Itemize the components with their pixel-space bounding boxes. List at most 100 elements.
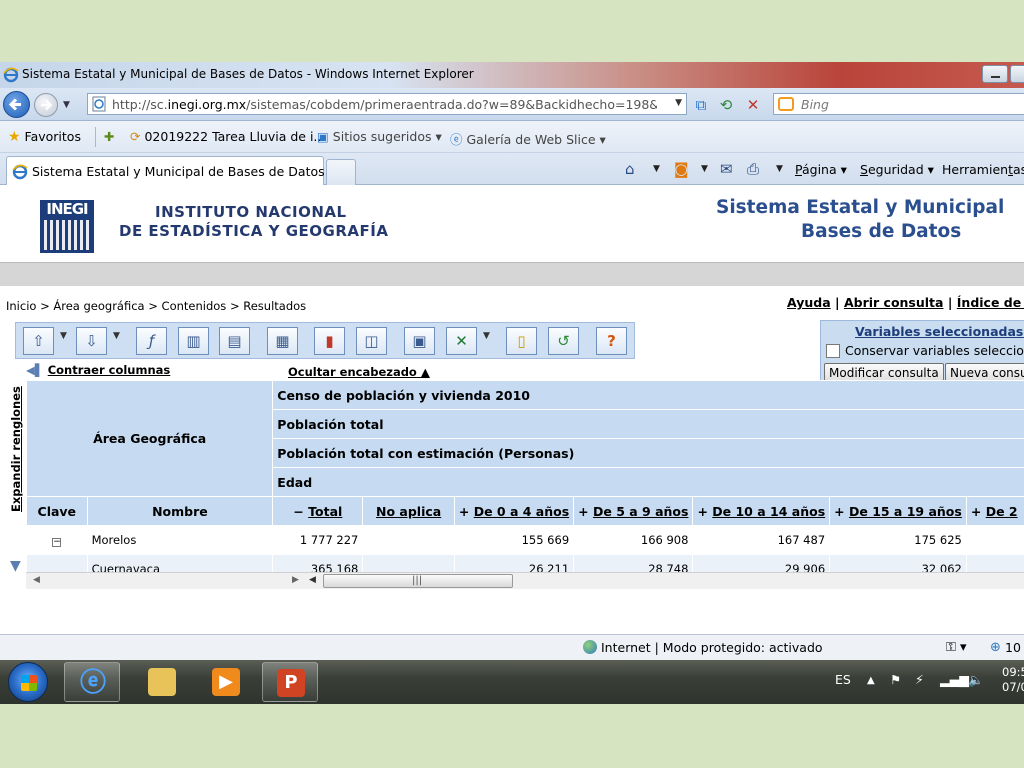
taskbar-file-explorer[interactable] bbox=[134, 662, 190, 702]
tab-active[interactable]: Sistema Estatal y Municipal de Bases de … bbox=[6, 156, 325, 186]
compatibility-view-icon[interactable]: ⧉ bbox=[692, 96, 710, 114]
ie-icon bbox=[3, 67, 19, 83]
scrollbar-thumb[interactable]: ||| bbox=[323, 574, 513, 588]
open-query-link[interactable]: Abrir consulta bbox=[844, 295, 944, 310]
map-icon[interactable]: ◫ bbox=[356, 327, 387, 355]
excel-dropdown-icon[interactable]: ▼ bbox=[483, 331, 490, 341]
move-down-icon[interactable]: ⇩ bbox=[76, 327, 107, 355]
home-icon[interactable]: ⌂ bbox=[625, 160, 635, 178]
collapse-row-toggle[interactable]: − bbox=[26, 525, 88, 555]
scroll-right-icon[interactable]: ▶ bbox=[292, 575, 299, 585]
selected-variables-dropdown[interactable]: Variables seleccionadas ▾ bbox=[855, 324, 1024, 339]
search-box[interactable]: Bing bbox=[773, 93, 1024, 115]
minus-icon[interactable]: − bbox=[52, 538, 62, 547]
menu-tools[interactable]: Herramientas ▾ bbox=[942, 162, 1024, 177]
language-indicator[interactable]: ES bbox=[835, 672, 851, 687]
start-button[interactable] bbox=[8, 662, 48, 702]
minimize-button[interactable] bbox=[982, 65, 1008, 83]
move-up-icon[interactable]: ⇧ bbox=[23, 327, 54, 355]
history-dropdown-icon[interactable]: ▼ bbox=[63, 100, 70, 110]
breadcrumb[interactable]: Inicio > Área geográfica > Contenidos > … bbox=[6, 299, 306, 313]
back-button[interactable] bbox=[3, 91, 30, 118]
menu-security[interactable]: Seguridad ▾ bbox=[860, 162, 934, 177]
collapse-icon[interactable]: − bbox=[293, 504, 303, 519]
column-age-10-14[interactable]: + De 10 a 14 años bbox=[692, 496, 831, 526]
volume-icon[interactable]: 🔈 bbox=[968, 672, 984, 688]
clock[interactable]: 09:507/0 bbox=[1002, 665, 1024, 695]
favorites-button[interactable]: ★ Favoritos bbox=[8, 129, 81, 145]
cell-no-aplica bbox=[362, 525, 455, 555]
hide-header-link[interactable]: Ocultar encabezado ▲ bbox=[288, 365, 430, 379]
feeds-icon[interactable]: ◙ bbox=[674, 160, 689, 178]
new-tab-button[interactable] bbox=[326, 159, 356, 185]
excel-icon[interactable]: ✕ bbox=[446, 327, 477, 355]
address-bar[interactable]: http://sc.inegi.org.mx/sistemas/cobdem/p… bbox=[87, 93, 687, 115]
zoom-icon[interactable]: ⊕ bbox=[990, 640, 1001, 655]
show-hidden-icons[interactable]: ▲ bbox=[867, 675, 875, 686]
formula-icon[interactable]: ƒ bbox=[136, 327, 167, 355]
collapse-columns-link[interactable]: ◀▌ Contraer columnas bbox=[26, 363, 170, 377]
calendar-icon[interactable]: ▦ bbox=[267, 327, 298, 355]
home-dropdown-icon[interactable]: ▼ bbox=[653, 164, 660, 174]
mail-icon[interactable]: ✉ bbox=[720, 160, 733, 178]
column-age-0-4[interactable]: + De 0 a 4 años bbox=[453, 496, 575, 526]
bar-chart-icon[interactable]: ▮ bbox=[314, 327, 345, 355]
ie-icon: ⓔ bbox=[450, 132, 463, 147]
horizontal-scrollbar[interactable]: ◀ ▶ ◀ ||| bbox=[26, 572, 1024, 589]
menu-page[interactable]: Página ▾ bbox=[795, 162, 847, 177]
taskbar-media-player[interactable]: ▶ bbox=[198, 662, 254, 702]
save-icon[interactable]: ▣ bbox=[404, 327, 435, 355]
move-up-dropdown-icon[interactable]: ▼ bbox=[60, 331, 67, 341]
play-icon: ▶ bbox=[212, 668, 240, 696]
network-icon[interactable]: ▂▄▆ bbox=[940, 672, 969, 687]
expand-icon[interactable]: + bbox=[578, 504, 588, 519]
expand-icon[interactable]: + bbox=[971, 504, 981, 519]
expand-icon[interactable]: + bbox=[697, 504, 707, 519]
column-total[interactable]: − Total bbox=[272, 496, 364, 526]
refresh-icon[interactable]: ⟲ bbox=[717, 96, 735, 114]
inegi-logo[interactable]: INEGI bbox=[40, 200, 94, 253]
help-icon[interactable]: ? bbox=[596, 327, 627, 355]
expand-icon[interactable]: + bbox=[834, 504, 844, 519]
column-nombre: Nombre bbox=[86, 496, 274, 526]
action-center-icon[interactable]: ⚑ bbox=[890, 672, 901, 687]
url-text[interactable]: http://sc.inegi.org.mx/sistemas/cobdem/p… bbox=[112, 97, 657, 112]
column-age-20-partial[interactable]: + De 2 bbox=[965, 496, 1024, 526]
power-icon[interactable]: ⚡ bbox=[915, 672, 924, 687]
index-link[interactable]: Índice de conte bbox=[957, 295, 1024, 310]
forward-button[interactable] bbox=[34, 93, 58, 117]
feeds-dropdown-icon[interactable]: ▼ bbox=[701, 164, 708, 174]
address-dropdown-icon[interactable]: ▼ bbox=[675, 98, 682, 108]
zoom-level[interactable]: 10 bbox=[1005, 640, 1021, 655]
taskbar-powerpoint[interactable]: P bbox=[262, 662, 318, 702]
stop-icon[interactable]: ✕ bbox=[744, 96, 762, 114]
taskbar-internet-explorer[interactable]: ⓔ bbox=[64, 662, 120, 702]
column-age-15-19[interactable]: + De 15 a 19 años bbox=[829, 496, 967, 526]
column-age-5-9[interactable]: + De 5 a 9 años bbox=[573, 496, 694, 526]
expand-rows-control[interactable]: Expandir renglones ▼ bbox=[9, 380, 25, 574]
favorite-item-sitios-sugeridos[interactable]: ▣ Sitios sugeridos ▾ bbox=[317, 129, 442, 144]
add-favorites-icon[interactable]: ✚ bbox=[104, 129, 114, 144]
scroll-left-icon[interactable]: ◀ bbox=[33, 575, 40, 585]
window-title-bar[interactable]: Sistema Estatal y Municipal de Bases de … bbox=[0, 62, 1024, 88]
keep-variables-checkbox[interactable] bbox=[826, 344, 840, 358]
scroll-left-icon[interactable]: ◀ bbox=[309, 575, 316, 585]
column-add-icon[interactable]: ▤ bbox=[219, 327, 250, 355]
column-icon[interactable]: ▥ bbox=[178, 327, 209, 355]
maximize-button[interactable] bbox=[1010, 65, 1024, 83]
print-icon[interactable]: ⎙ bbox=[747, 160, 759, 178]
expand-icon[interactable]: + bbox=[459, 504, 469, 519]
refresh-table-icon[interactable]: ↺ bbox=[548, 327, 579, 355]
windows-logo-icon bbox=[21, 675, 37, 691]
copy-icon[interactable]: ▯ bbox=[506, 327, 537, 355]
help-link[interactable]: Ayuda bbox=[787, 295, 831, 310]
keep-variables-label: Conservar variables selecciona bbox=[845, 343, 1024, 358]
column-no-aplica[interactable]: No aplica bbox=[362, 496, 455, 526]
favorite-item-galeria[interactable]: ⓔ Galería de Web Slice ▾ bbox=[450, 129, 606, 148]
print-dropdown-icon[interactable]: ▼ bbox=[776, 164, 783, 174]
favorite-item-tarea[interactable]: ⟳ 02019222 Tarea Lluvia de i... bbox=[130, 129, 325, 144]
protected-mode-icon[interactable]: ⚿ ▾ bbox=[946, 640, 967, 655]
security-zone[interactable]: Internet | Modo protegido: activado bbox=[583, 640, 823, 655]
collapse-columns-icon: ◀▌ bbox=[26, 363, 44, 377]
move-down-dropdown-icon[interactable]: ▼ bbox=[113, 331, 120, 341]
